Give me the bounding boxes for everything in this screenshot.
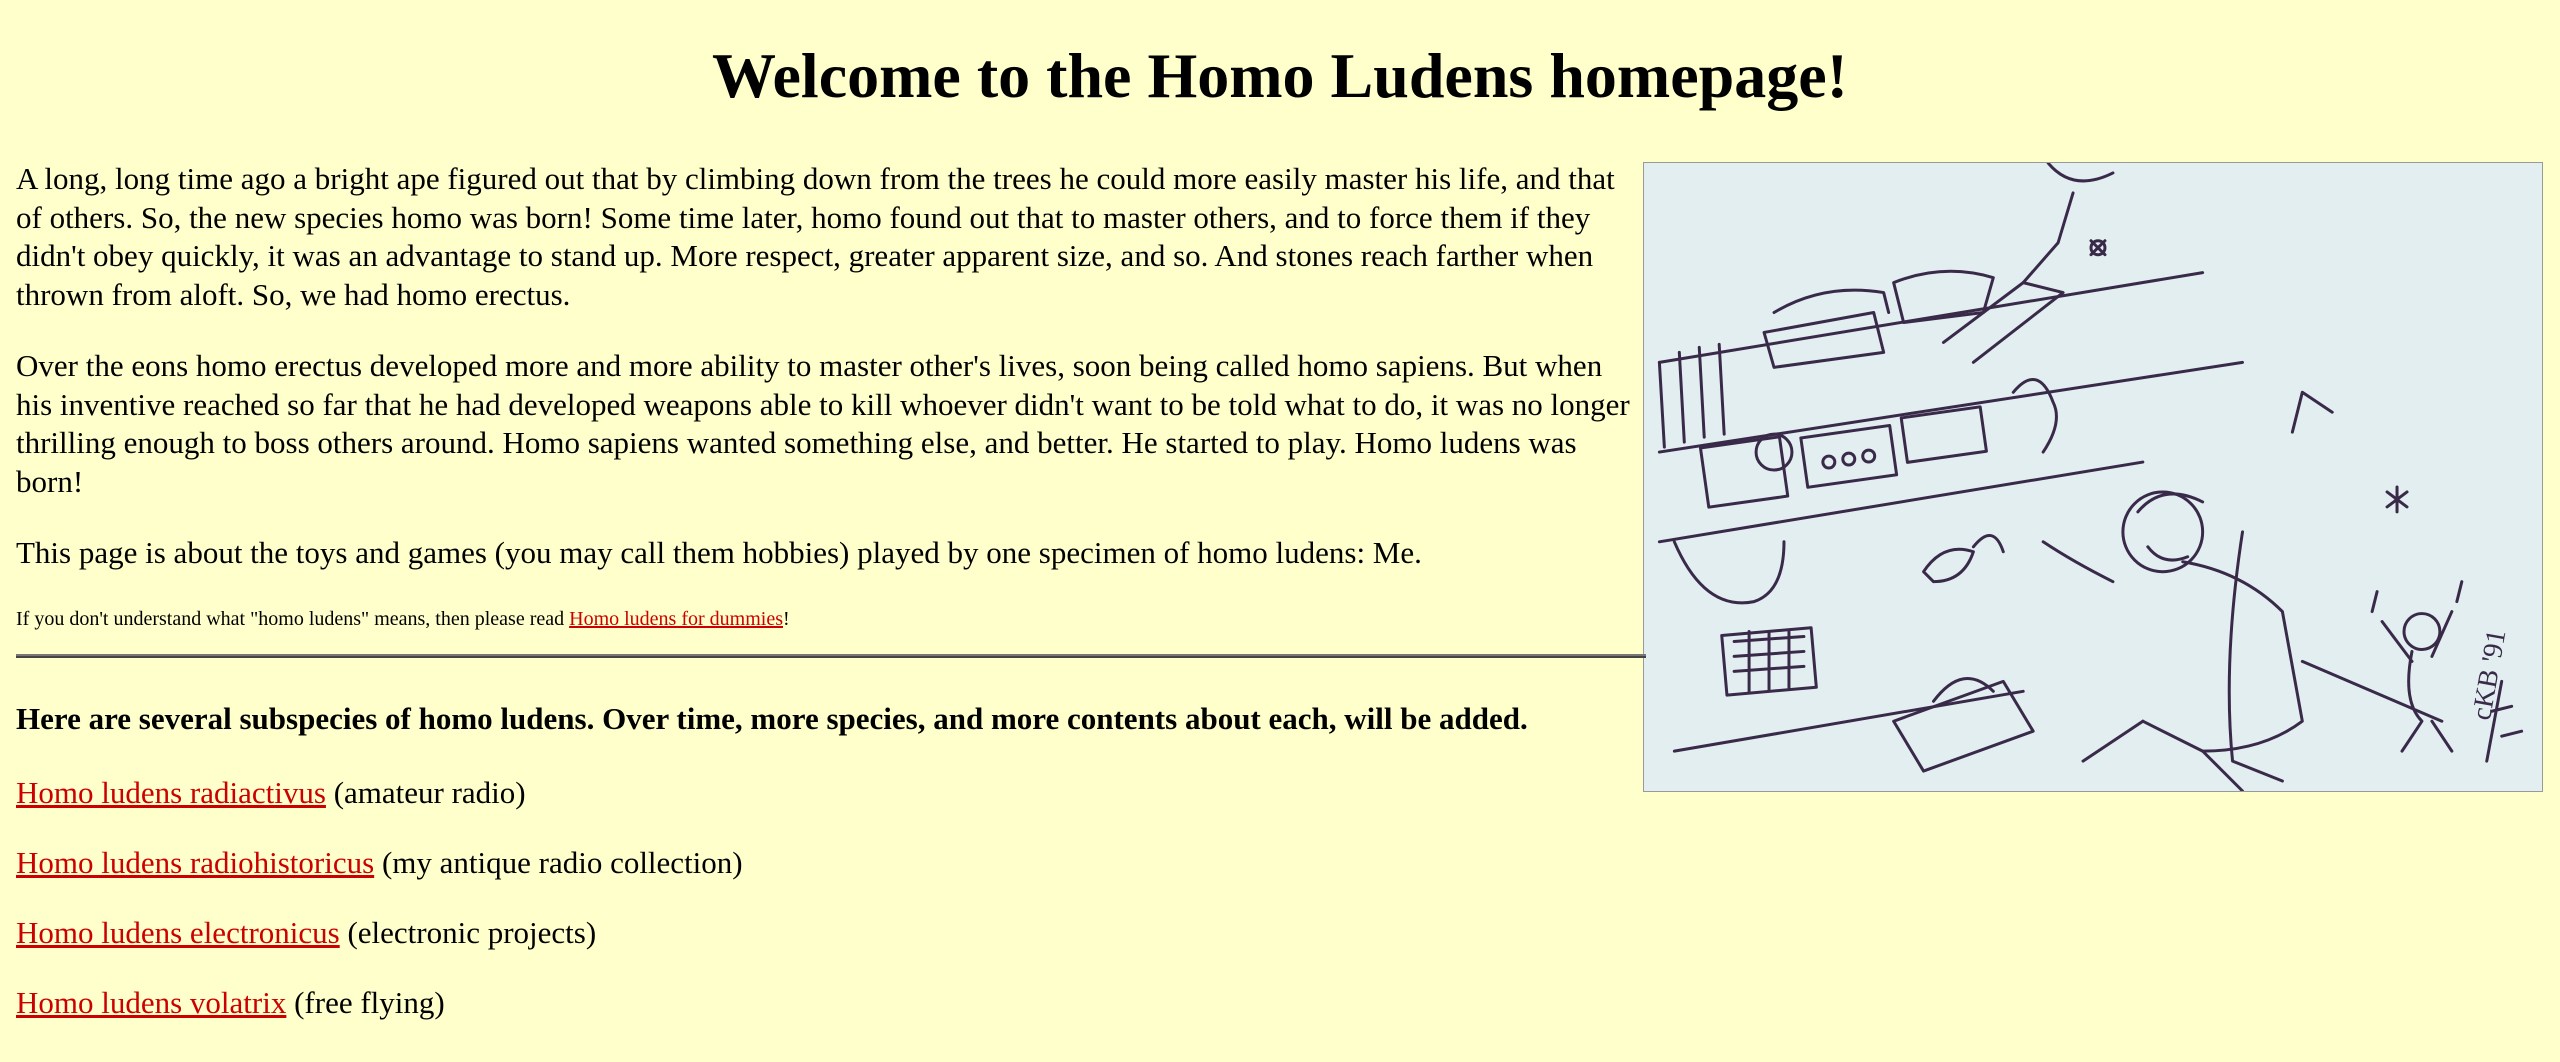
cartoon-sketch-svg: cKB '91 [1657, 163, 2524, 791]
main-content: A long, long time ago a bright ape figur… [16, 160, 1646, 1054]
homo-ludens-for-dummies-link[interactable]: Homo ludens for dummies [569, 608, 783, 630]
dummies-note-suffix: ! [783, 607, 790, 630]
subspecies-item-radiactivus: Homo ludens radiactivus (amateur radio) [16, 774, 1646, 812]
intro-paragraph-1: A long, long time ago a bright ape figur… [16, 161, 1615, 312]
subspecies-item-radiohistoricus: Homo ludens radiohistoricus (my antique … [16, 844, 1646, 882]
subspecies-heading: Here are several subspecies of homo lude… [16, 700, 1528, 736]
electronicus-desc: (electronic projects) [339, 914, 597, 950]
section-divider [16, 653, 1646, 658]
radiactivus-link[interactable]: Homo ludens radiactivus [16, 775, 326, 810]
intro-paragraph-3: This page is about the toys and games (y… [16, 535, 1422, 570]
radiactivus-desc: (amateur radio) [325, 774, 526, 810]
volatrix-link[interactable]: Homo ludens volatrix [16, 985, 286, 1020]
subspecies-item-electronicus: Homo ludens electronicus (electronic pro… [16, 914, 1646, 952]
radiohistoricus-desc: (my antique radio collection) [374, 844, 743, 880]
intro-paragraph-2: Over the eons homo erectus developed mor… [16, 348, 1630, 499]
volatrix-desc: (free flying) [286, 984, 445, 1020]
cartoon-drawing: cKB '91 [1643, 162, 2543, 792]
dummies-note: If you don't understand what "homo luden… [16, 606, 1646, 632]
subspecies-item-volatrix: Homo ludens volatrix (free flying) [16, 984, 1646, 1022]
page-title: Welcome to the Homo Ludens homepage! [712, 40, 1848, 111]
page: Welcome to the Homo Ludens homepage! cKB… [0, 0, 2560, 1062]
electronicus-link[interactable]: Homo ludens electronicus [16, 915, 340, 950]
dummies-note-prefix: If you don't understand what "homo luden… [16, 607, 570, 630]
radiohistoricus-link[interactable]: Homo ludens radiohistoricus [16, 845, 374, 880]
